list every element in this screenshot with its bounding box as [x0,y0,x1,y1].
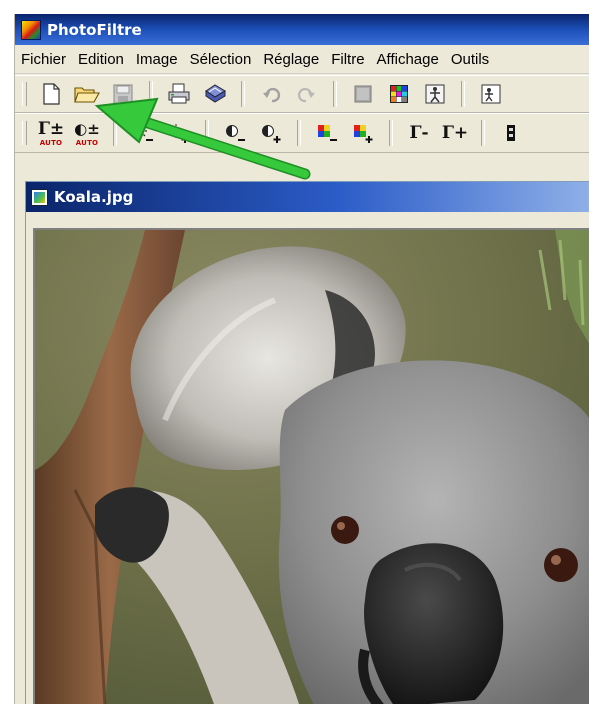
gamma-auto-glyph: Γ± [37,119,65,139]
new-document-button[interactable] [35,79,67,109]
image-canvas[interactable] [33,228,589,704]
open-button[interactable] [71,79,103,109]
contrast-plus-button[interactable] [255,118,287,148]
menu-selection[interactable]: Sélection [184,51,258,68]
menu-image[interactable]: Image [130,51,184,68]
app-title: PhotoFiltre [47,20,142,39]
menu-fichier[interactable]: Fichier [15,51,72,68]
grid-icon [507,125,515,141]
color-palette-icon [390,85,408,103]
contrast-plus-icon [262,125,281,143]
scan-icon [205,84,226,103]
undo-icon [263,87,281,103]
contrast-minus-button[interactable] [219,118,251,148]
scan-button[interactable] [199,79,231,109]
gamma-minus-button[interactable]: Γ- [403,118,435,148]
more-tools-button[interactable] [495,118,527,148]
save-disk-icon [113,84,133,104]
toolbar-separator [389,120,393,146]
toolbar-separator [113,120,117,146]
toolbar-grip[interactable] [22,82,27,106]
auto-label: AUTO [39,139,63,147]
menu-filtre[interactable]: Filtre [325,51,370,68]
print-button[interactable] [163,79,195,109]
gamma-plus-glyph: Γ+ [441,123,469,143]
auto-contrast-button[interactable]: ◐± AUTO [71,118,103,148]
image-file-icon [31,188,48,206]
adjust-toolbar: Γ± AUTO ◐± AUTO Γ- Γ+ [15,113,589,153]
redo-icon [297,87,315,103]
toolbar-separator [205,120,209,146]
document-titlebar[interactable]: Koala.jpg [26,182,589,212]
saturation-minus-icon [318,125,337,141]
save-button[interactable] [107,79,139,109]
saturation-plus-button[interactable] [347,118,379,148]
koala-photo [35,230,589,704]
toolbar-separator [241,81,245,107]
saturation-plus-icon [354,125,373,143]
menu-edition[interactable]: Edition [72,51,130,68]
menu-reglage[interactable]: Réglage [257,51,325,68]
menu-affichage[interactable]: Affichage [371,51,445,68]
undo-button[interactable] [255,79,287,109]
gray-square-button[interactable] [347,79,379,109]
brightness-minus-icon [133,124,153,141]
photofiltre-logo-icon [21,19,41,40]
picture-icon [481,84,501,104]
toolbar-grip[interactable] [22,121,27,145]
brightness-plus-icon [169,124,189,143]
menu-bar: Fichier Edition Image Sélection Réglage … [15,45,589,74]
new-document-icon [43,83,60,105]
document-title: Koala.jpg [54,188,134,206]
toolbar-separator [149,81,153,107]
toolbar-separator [461,81,465,107]
app-titlebar[interactable]: PhotoFiltre [15,14,589,45]
auto-label: AUTO [75,139,99,147]
auto-gamma-button[interactable]: Γ± AUTO [35,118,67,148]
gamma-minus-glyph: Γ- [409,123,429,143]
document-window: Koala.jpg [25,181,589,704]
gray-square-icon [354,85,372,103]
toolbar-separator [333,81,337,107]
color-palette-button[interactable] [383,79,415,109]
picture-button[interactable] [475,79,507,109]
redo-button[interactable] [291,79,323,109]
transform-icon [425,84,445,104]
contrast-minus-icon [226,125,245,141]
brightness-plus-button[interactable] [163,118,195,148]
print-icon [168,83,190,104]
transform-button[interactable] [419,79,451,109]
brightness-minus-button[interactable] [127,118,159,148]
open-folder-icon [74,87,100,103]
contrast-auto-glyph: ◐± [74,120,100,138]
standard-toolbar [15,75,589,113]
menu-outils[interactable]: Outils [445,51,495,68]
toolbar-separator [481,120,485,146]
toolbar-separator [297,120,301,146]
saturation-minus-button[interactable] [311,118,343,148]
gamma-plus-button[interactable]: Γ+ [439,118,471,148]
photofiltre-window: PhotoFiltre Fichier Edition Image Sélect… [14,14,589,704]
